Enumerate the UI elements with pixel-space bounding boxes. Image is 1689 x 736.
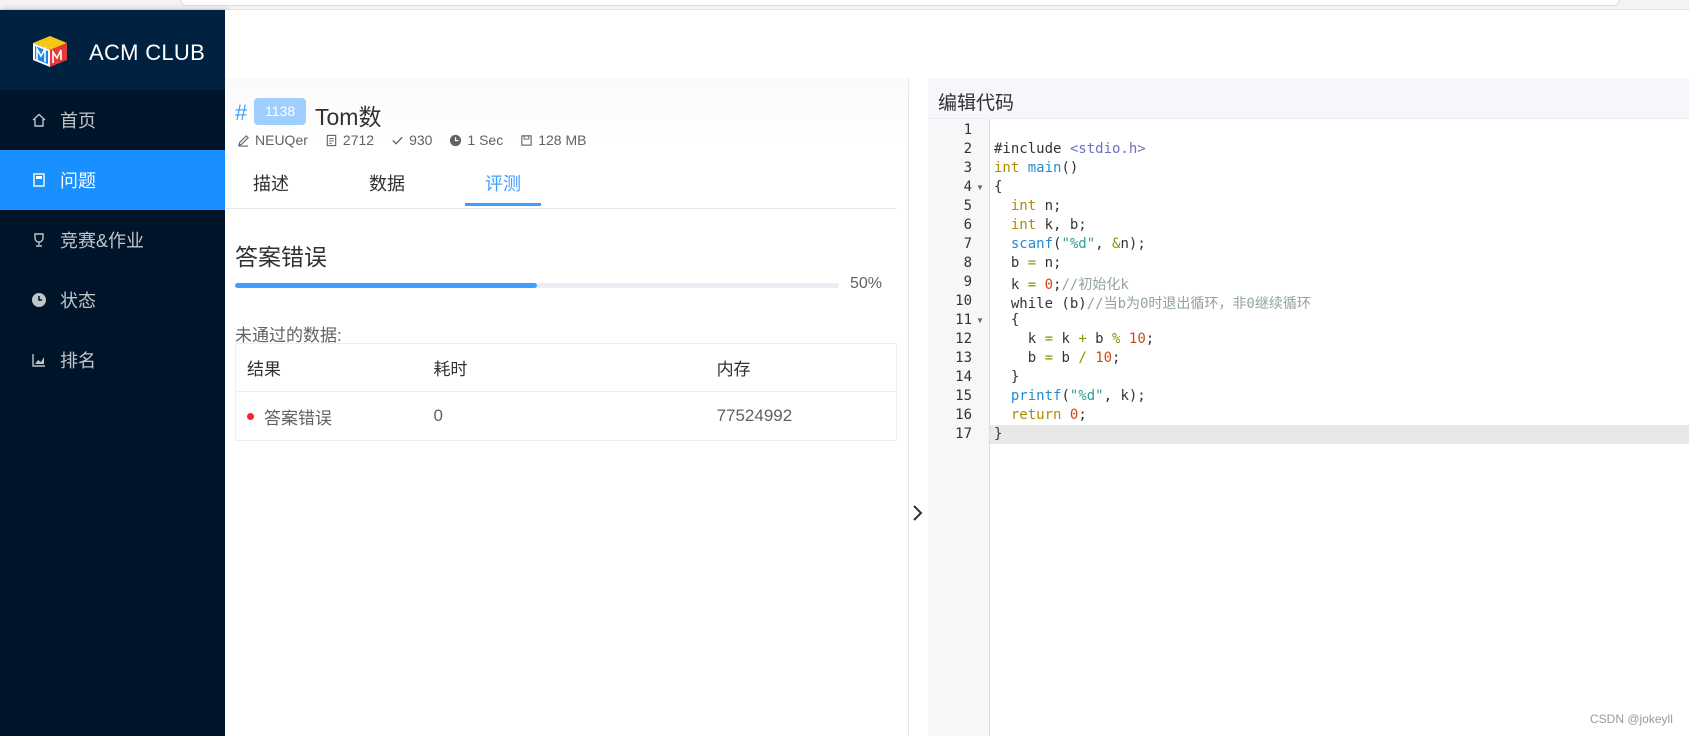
code-line: return 0; (1010, 407, 1087, 423)
code-editor-panel: 编辑代码 1 2 3 4 ▼ 5 6 7 8 9 10 11 ▼ 12 13 14 15 16 17 #includ… (928, 78, 1689, 736)
column-header-result: 结果 (247, 360, 281, 379)
progress-percent: 50% (850, 275, 883, 292)
clock-icon (30, 291, 48, 309)
table-row: 答案错误 0 77524992 (236, 392, 896, 440)
browser-top-strip (0, 0, 1689, 10)
sidebar-nav: 首页 问题 竞赛&作业 状态 排名 (0, 90, 225, 390)
acm-logo-icon (33, 36, 67, 67)
tab-bar (225, 78, 897, 209)
chevron-right-icon[interactable] (911, 502, 925, 524)
progress-fill (235, 283, 537, 288)
sidebar-item-rank[interactable]: 排名 (0, 330, 225, 390)
fold-arrow-icon[interactable]: ▼ (976, 316, 984, 325)
line-number: 13 (955, 350, 972, 366)
line-number-gutter: 1 2 3 4 ▼ 5 6 7 8 9 10 11 ▼ 12 13 14 15 16 17 (928, 119, 990, 736)
sidebar-item-label: 状态 (60, 291, 96, 311)
trophy-icon (30, 231, 48, 249)
code-line: b = b / 10; (994, 350, 1121, 366)
line-number: 15 (955, 388, 972, 404)
sidebar-item-status[interactable]: 状态 (0, 270, 225, 330)
tab-data[interactable]: 数据 (369, 170, 405, 196)
error-status-dot (247, 412, 254, 420)
home-icon (30, 111, 48, 129)
cell-memory: 77524992 (716, 406, 793, 425)
line-number: 7 (963, 236, 972, 252)
line-number: 1 (963, 122, 972, 138)
chart-icon (30, 351, 48, 369)
sidebar-item-label: 竞赛&作业 (60, 231, 145, 251)
code-line: int k, b; (1010, 217, 1087, 233)
book-icon (30, 171, 48, 189)
sidebar: ACM CLUB 首页 问题 竞赛&作业 状态 排名 (0, 10, 225, 736)
code-line: printf("%d", k); (1010, 388, 1146, 404)
sidebar-item-problems[interactable]: 问题 (0, 150, 225, 210)
code-area[interactable]: #include <stdio.h> int main() { int n; int… (990, 119, 1689, 736)
cell-result: 答案错误 (236, 404, 422, 429)
editor-header: 编辑代码 (928, 78, 1689, 119)
line-number: 6 (963, 217, 972, 233)
active-tab-indicator (465, 203, 541, 206)
panel-divider[interactable] (908, 78, 928, 736)
line-number: 10 (955, 293, 972, 309)
line-number: 4 (963, 179, 972, 195)
line-number: 16 (955, 407, 972, 423)
line-number: 14 (955, 369, 972, 385)
code-line: b = n; (994, 255, 1062, 271)
line-number: 8 (963, 255, 972, 271)
code-line: k = k + b % 10; (994, 331, 1155, 347)
progress-bar (235, 283, 839, 288)
browser-tab (180, 0, 1620, 6)
column-header-memory: 内存 (716, 360, 751, 379)
table-header-row: 结果 耗时 内存 (236, 344, 896, 392)
problem-panel: # 1138 Tom数 NEUQer 2712 930 1 Sec 128 MB… (225, 78, 908, 736)
line-number: 2 (963, 141, 972, 157)
code-line: } (994, 369, 1020, 385)
sidebar-item-label: 问题 (60, 171, 96, 191)
sidebar-item-label: 排名 (60, 351, 96, 371)
code-line: { (994, 312, 1020, 328)
line-number: 5 (963, 198, 972, 214)
fold-arrow-icon[interactable]: ▼ (976, 183, 984, 192)
line-number: 12 (955, 331, 972, 347)
cell-time: 0 (433, 406, 443, 425)
watermark: CSDN @jokeyll (1590, 712, 1673, 726)
line-number: 3 (963, 160, 972, 176)
sidebar-item-contests[interactable]: 竞赛&作业 (0, 210, 225, 270)
logo-area[interactable]: ACM CLUB (0, 10, 225, 90)
line-number: 17 (955, 426, 972, 442)
verdict-title: 答案错误 (235, 244, 327, 270)
result-table: 结果 耗时 内存 答案错误 0 77524992 (235, 343, 897, 441)
code-line: { (994, 179, 1003, 195)
code-line: int n; (1010, 198, 1062, 214)
line-number: 9 (963, 274, 972, 290)
code-line: int main() (994, 160, 1079, 176)
code-line: } (994, 426, 1003, 442)
sidebar-item-label: 首页 (60, 111, 96, 131)
editor-title: 编辑代码 (938, 93, 1015, 114)
code-line: #include <stdio.h> (994, 141, 1146, 157)
line-number: 11 (955, 312, 972, 328)
tab-description[interactable]: 描述 (253, 170, 289, 196)
sidebar-item-home[interactable]: 首页 (0, 90, 225, 150)
column-header-time: 耗时 (433, 360, 468, 379)
app-name: ACM CLUB (89, 40, 206, 65)
code-line: k = 0;//初始化k (994, 277, 1129, 293)
top-header (225, 10, 1689, 78)
tab-judge[interactable]: 评测 (485, 170, 521, 196)
code-line: while (b)//当b为0时退出循环，非0继续循环 (994, 296, 1311, 312)
code-line: scanf("%d", &n); (1010, 236, 1146, 252)
